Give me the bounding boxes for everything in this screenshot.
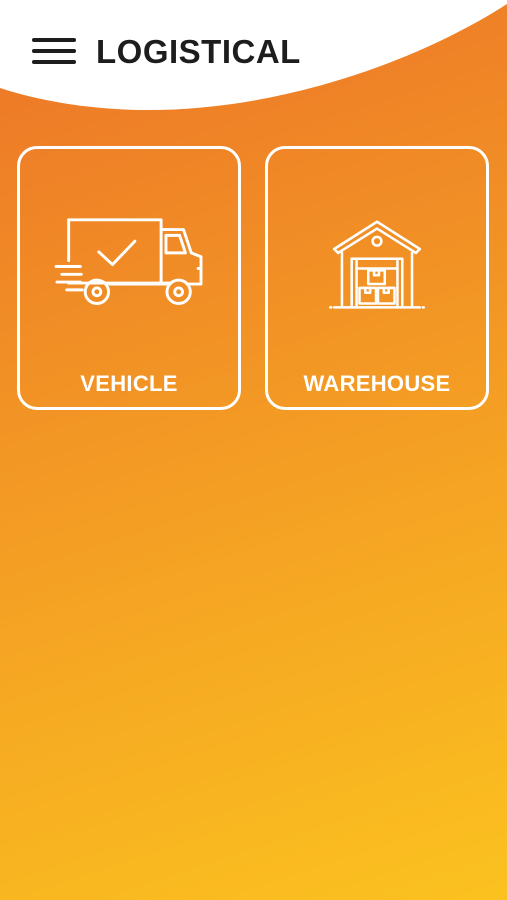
hamburger-menu-icon[interactable] [30, 36, 78, 66]
warehouse-label: WAREHOUSE [303, 371, 451, 396]
delivery-truck-icon [54, 218, 203, 305]
app-screen: LOGISTICAL VEHICLE WAREHOUSE [0, 0, 507, 900]
vehicle-tile[interactable]: VEHICLE [17, 146, 241, 410]
warehouse-icon [329, 220, 425, 309]
vehicle-label: VEHICLE [80, 371, 178, 396]
app-logo: LOGISTICAL [96, 33, 301, 70]
warehouse-tile[interactable]: WAREHOUSE [265, 146, 489, 410]
